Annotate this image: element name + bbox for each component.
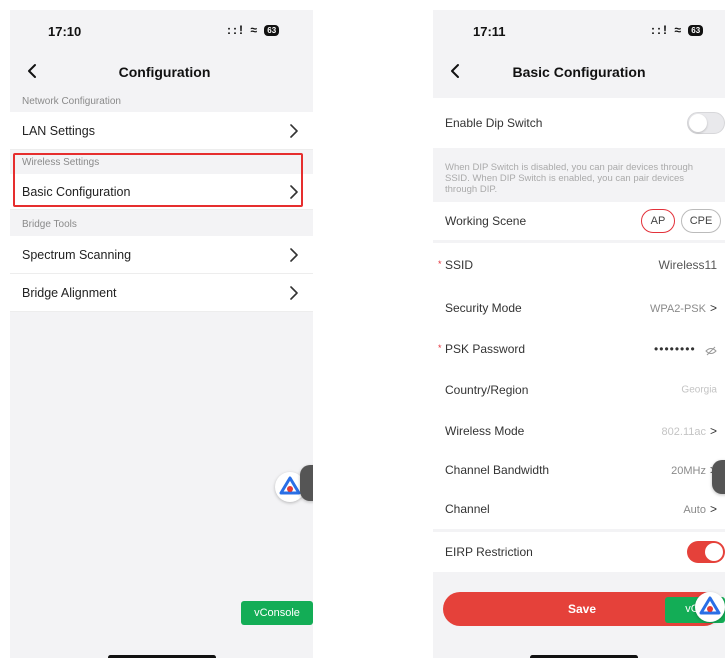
wifi-icon: ≈ <box>250 23 259 37</box>
toggle-knob <box>705 543 723 561</box>
row-label: Wireless Mode <box>445 424 525 438</box>
status-bar: 17:11 ::! ≈ 63 <box>433 10 725 52</box>
security-mode-row[interactable]: Security Mode WPA2-PSK > <box>433 287 725 329</box>
dip-switch-toggle[interactable] <box>687 112 725 134</box>
wifi-icon: ≈ <box>674 23 683 37</box>
working-scene-ap-option[interactable]: AP <box>641 209 675 233</box>
country-region-value: Georgia <box>681 384 717 396</box>
channel-bandwidth-value: 20MHz> <box>671 463 717 477</box>
section-header-network: Network Configuration <box>22 96 121 107</box>
dip-info-text: When DIP Switch is disabled, you can pai… <box>445 162 694 195</box>
vconsole-button[interactable]: vConsole <box>241 601 313 625</box>
status-bar: 17:10 ::! ≈ 63 <box>10 10 313 52</box>
page-title: Configuration <box>118 64 211 80</box>
security-mode-value: WPA2-PSK > <box>650 301 717 315</box>
wireless-mode-value: 802.11ac > <box>662 424 717 438</box>
toggle-knob <box>689 114 707 132</box>
security-mode-text: WPA2-PSK <box>649 303 706 315</box>
channel-bandwidth-row[interactable]: Channel Bandwidth 20MHz> <box>433 451 725 489</box>
required-mark: * <box>438 343 442 353</box>
menu-item-lan-settings[interactable]: LAN Settings <box>10 112 313 150</box>
signal-icon: ::! <box>651 23 669 37</box>
left-phone-screen: 17:10 ::! ≈ 63 Configuration Network Con… <box>10 10 313 658</box>
battery-icon: 63 <box>264 25 280 37</box>
chevron-right-icon: > <box>709 502 717 516</box>
signal-icon: ::! <box>227 23 245 37</box>
status-icons: ::! ≈ 63 <box>651 23 704 37</box>
chevron-right-icon <box>289 123 299 138</box>
country-region-row[interactable]: Country/Region Georgia <box>433 369 725 411</box>
status-time: 17:11 <box>473 24 506 39</box>
working-scene-row: Working Scene AP CPE <box>433 202 725 240</box>
password-dots: •••••••• <box>654 342 696 356</box>
nav-bar: Configuration <box>10 56 313 88</box>
floating-app-logo-icon[interactable] <box>695 592 725 622</box>
menu-item-label: Bridge Alignment <box>22 285 117 300</box>
required-mark: * <box>438 259 442 269</box>
battery-icon: 63 <box>688 25 704 37</box>
chevron-right-icon: > <box>709 301 717 315</box>
eirp-restriction-row: EIRP Restriction <box>433 532 725 572</box>
channel-bandwidth-text: 20MHz <box>671 465 706 477</box>
nav-bar: Basic Configuration <box>433 56 725 88</box>
chevron-right-icon: > <box>709 424 717 438</box>
status-icons: ::! ≈ 63 <box>227 23 280 37</box>
row-label: Working Scene <box>445 214 527 228</box>
menu-item-label: Spectrum Scanning <box>22 247 132 262</box>
channel-text: Auto <box>683 504 706 516</box>
menu-item-bridge-alignment[interactable]: Bridge Alignment <box>10 274 313 312</box>
enable-dip-switch-row: Enable Dip Switch <box>433 98 725 148</box>
working-scene-cpe-option[interactable]: CPE <box>681 209 721 233</box>
row-label: Channel Bandwidth <box>445 463 550 477</box>
wireless-mode-text: 802.11ac <box>661 426 706 438</box>
psk-password-row[interactable]: * PSK Password •••••••• <box>433 329 725 369</box>
floating-assist-icon[interactable] <box>712 460 725 494</box>
status-time: 17:10 <box>48 24 82 39</box>
chevron-right-icon <box>289 285 299 300</box>
row-label: PSK Password <box>445 342 526 356</box>
floating-assist-icon[interactable] <box>300 465 313 501</box>
ssid-value: Wireless11 <box>658 258 717 272</box>
menu-item-label: LAN Settings <box>22 123 95 138</box>
row-label: SSID <box>445 258 474 272</box>
channel-value: Auto > <box>683 502 717 516</box>
row-label: Channel <box>445 502 490 516</box>
highlight-box <box>13 153 303 207</box>
row-label: Country/Region <box>445 383 529 397</box>
section-header-bridge-tools: Bridge Tools <box>22 219 77 230</box>
eirp-restriction-toggle[interactable] <box>687 541 725 563</box>
chevron-right-icon <box>289 247 299 262</box>
channel-row[interactable]: Channel Auto > <box>433 489 725 529</box>
ssid-row[interactable]: * SSID Wireless11 <box>433 243 725 287</box>
eye-hidden-icon[interactable] <box>705 345 717 356</box>
row-label: EIRP Restriction <box>445 545 533 559</box>
row-label: Enable Dip Switch <box>445 116 543 130</box>
psk-password-value: •••••••• <box>654 342 717 356</box>
page-title: Basic Configuration <box>512 64 646 80</box>
right-phone-screen: 17:11 ::! ≈ 63 Basic Configuration Enabl… <box>433 10 725 658</box>
menu-item-spectrum-scanning[interactable]: Spectrum Scanning <box>10 236 313 274</box>
row-label: Security Mode <box>445 301 522 315</box>
wireless-mode-row[interactable]: Wireless Mode 802.11ac > <box>433 411 725 451</box>
